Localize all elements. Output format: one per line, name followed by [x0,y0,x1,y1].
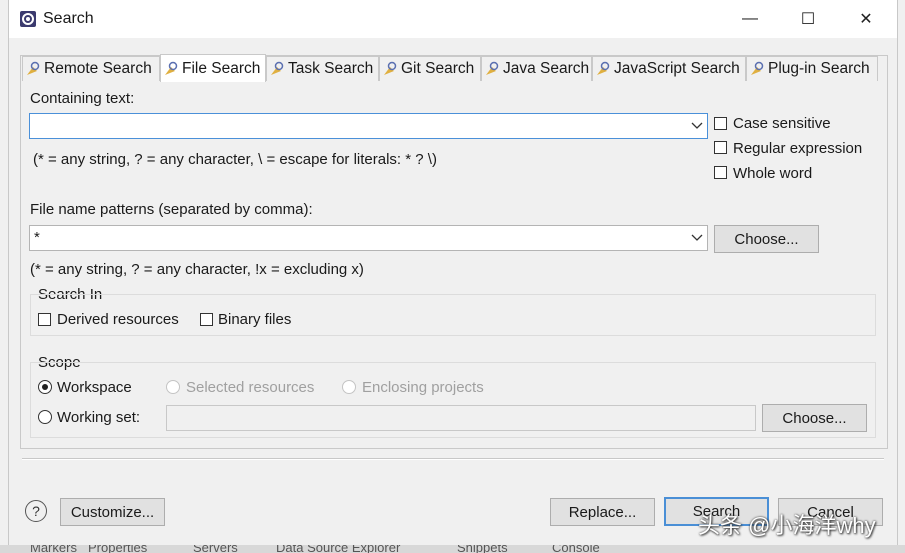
maximize-icon: ☐ [800,11,816,28]
enclosing-projects-radio[interactable] [342,380,356,394]
tab-label: File Search [182,59,261,77]
task-search-icon [271,61,284,75]
maximize-button[interactable]: ☐ [779,0,837,38]
containing-text-label: Containing text: [30,90,135,107]
whole-word-label[interactable]: Whole word [733,165,812,182]
view-tab-properties[interactable]: Properties [88,545,147,553]
selected-resources-radio[interactable] [166,380,180,394]
case-sensitive-checkbox[interactable] [714,117,727,130]
eclipse-app-icon [20,11,36,27]
javascript-search-icon [597,61,610,75]
working-set-radio[interactable] [38,410,52,424]
containing-text-combo[interactable] [29,113,708,139]
tab-file-search[interactable]: File Search [160,54,266,82]
view-tab-snippets[interactable]: Snippets [457,545,508,553]
tab-label: JavaScript Search [614,60,740,77]
help-glyph: ? [32,503,40,519]
binary-files-checkbox[interactable] [200,313,213,326]
case-sensitive-label[interactable]: Case sensitive [733,115,831,132]
git-search-icon [384,61,397,75]
customize-button[interactable]: Customize... [60,498,165,526]
view-tab-console[interactable]: Console [552,545,600,553]
working-set-label[interactable]: Working set: [57,409,140,426]
containing-text-hint: (* = any string, ? = any character, \ = … [33,151,437,168]
tab-javascript-search[interactable]: JavaScript Search [592,56,746,81]
regular-expression-checkbox[interactable] [714,141,727,154]
whole-word-checkbox[interactable] [714,166,727,179]
tab-java-search[interactable]: Java Search [481,56,592,81]
tab-task-search[interactable]: Task Search [266,56,379,81]
help-icon[interactable]: ? [25,500,47,522]
minimize-button[interactable]: — [721,0,779,38]
tab-label: Task Search [288,60,374,77]
working-set-choose-button[interactable]: Choose... [762,404,867,432]
close-button[interactable]: ✕ [837,0,895,38]
view-tab-data-source-explorer[interactable]: Data Source Explorer [276,545,400,553]
java-search-icon [486,61,499,75]
chevron-down-icon[interactable] [691,121,703,131]
file-patterns-hint: (* = any string, ? = any character, !x =… [30,261,364,278]
watermark-text: 头条 @小海洋why [698,513,876,538]
replace-button[interactable]: Replace... [550,498,655,526]
title-bar: Search — ☐ ✕ [9,0,897,38]
file-patterns-value: * [34,229,40,246]
tab-label: Plug-in Search [768,60,870,77]
view-tab-servers[interactable]: Servers [193,545,238,553]
workspace-radio[interactable] [38,380,52,394]
tab-git-search[interactable]: Git Search [379,56,481,81]
tab-label: Git Search [401,60,475,77]
binary-files-label[interactable]: Binary files [218,311,291,328]
derived-resources-checkbox[interactable] [38,313,51,326]
minimize-icon: — [742,10,758,27]
tab-label: Java Search [503,60,590,77]
footer-separator [22,458,884,460]
regular-expression-label[interactable]: Regular expression [733,140,862,157]
tab-label: Remote Search [44,60,152,77]
plugin-search-icon [751,61,764,75]
chevron-down-icon[interactable] [691,233,703,243]
workspace-label[interactable]: Workspace [57,379,132,396]
window-title: Search [43,10,94,27]
file-patterns-combo[interactable]: * [29,225,708,251]
file-patterns-choose-button[interactable]: Choose... [714,225,819,253]
file-search-icon [165,61,178,75]
tab-remote-search[interactable]: Remote Search [22,56,160,81]
tab-plugin-search[interactable]: Plug-in Search [746,56,878,81]
derived-resources-label[interactable]: Derived resources [57,311,179,328]
view-tab-markers[interactable]: Markers [30,545,77,553]
file-patterns-label: File name patterns (separated by comma): [30,201,313,218]
search-tab-icon [27,61,40,75]
background-views-strip: Markers Properties Servers Data Source E… [0,545,905,553]
enclosing-projects-label[interactable]: Enclosing projects [362,379,484,396]
close-icon: ✕ [859,11,873,28]
selected-resources-label[interactable]: Selected resources [186,379,314,396]
working-set-field[interactable] [166,405,756,431]
